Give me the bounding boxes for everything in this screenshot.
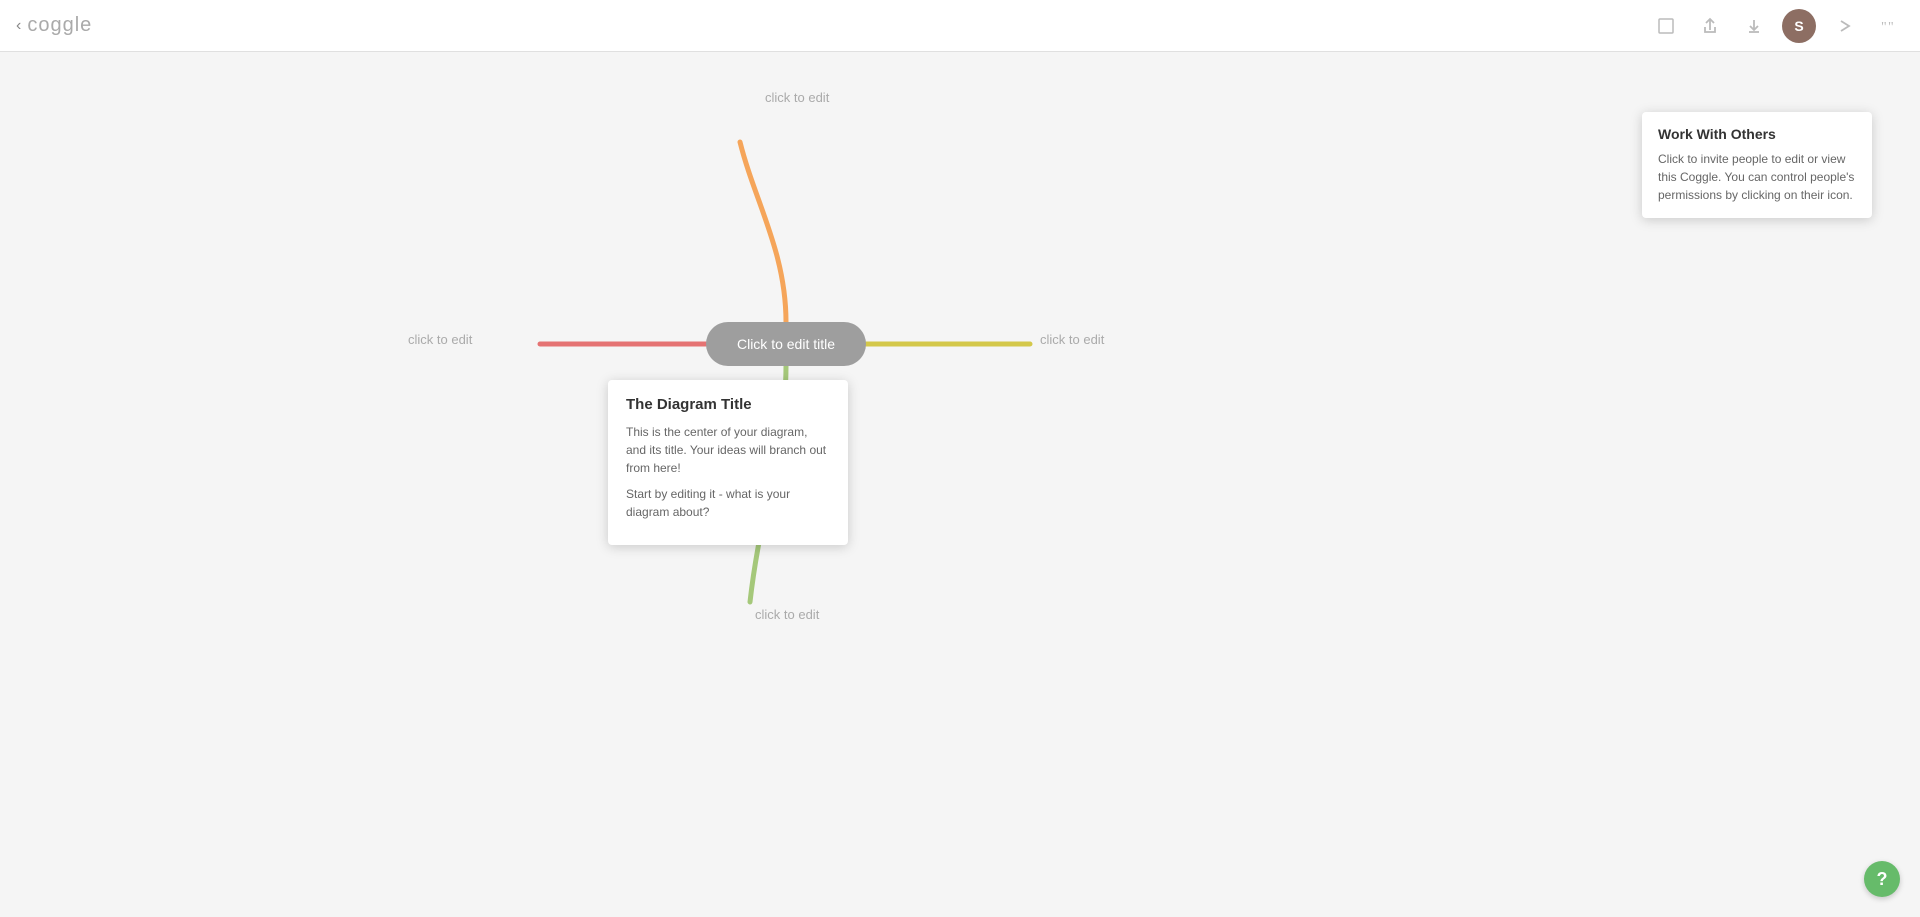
center-tooltip-para1: This is the center of your diagram, and …: [626, 423, 830, 477]
avatar-label: S: [1794, 18, 1803, 34]
quote-button[interactable]: " ": [1872, 10, 1904, 42]
svg-text:": ": [1881, 20, 1887, 35]
help-icon: ?: [1877, 869, 1888, 890]
svg-text:": ": [1888, 20, 1894, 35]
logo: coggle: [27, 14, 92, 37]
center-tooltip: The Diagram Title This is the center of …: [608, 380, 848, 545]
top-branch-label[interactable]: click to edit: [765, 90, 829, 105]
work-tooltip-title: Work With Others: [1658, 126, 1856, 142]
avatar-button[interactable]: S: [1782, 9, 1816, 43]
center-node[interactable]: Click to edit title: [706, 322, 866, 366]
download-button[interactable]: [1738, 10, 1770, 42]
help-button[interactable]: ?: [1864, 861, 1900, 897]
work-tooltip-body: Click to invite people to edit or view t…: [1658, 150, 1856, 204]
right-branch-label[interactable]: click to edit: [1040, 332, 1104, 347]
toolbar-right: S " ": [1650, 9, 1904, 43]
work-with-others-tooltip: Work With Others Click to invite people …: [1642, 112, 1872, 218]
center-tooltip-para2: Start by editing it - what is your diagr…: [626, 485, 830, 521]
toolbar: ‹ coggle S: [0, 0, 1920, 52]
share-button[interactable]: [1694, 10, 1726, 42]
mindmap-svg: [0, 52, 1920, 917]
center-tooltip-title: The Diagram Title: [626, 396, 830, 413]
bottom-branch-label[interactable]: click to edit: [755, 607, 819, 622]
left-branch-label[interactable]: click to edit: [408, 332, 472, 347]
present-button[interactable]: [1828, 10, 1860, 42]
center-node-label: Click to edit title: [737, 336, 835, 352]
fullscreen-button[interactable]: [1650, 10, 1682, 42]
back-button[interactable]: ‹ coggle: [16, 14, 92, 37]
back-arrow-icon: ‹: [16, 17, 21, 35]
canvas: click to edit click to edit click to edi…: [0, 52, 1920, 917]
